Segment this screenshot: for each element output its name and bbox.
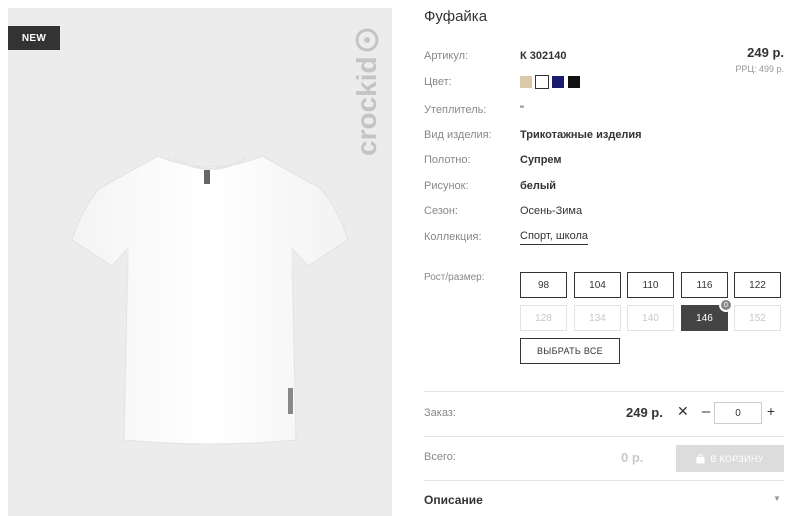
divider [424, 480, 784, 481]
quantity-minus-button[interactable]: – [700, 403, 712, 420]
size-option-label: 110 [642, 279, 659, 291]
size-count-badge: 0 [719, 298, 733, 312]
quantity-plus-button[interactable]: + [764, 403, 778, 419]
rrp-price: РРЦ: 499 р. [735, 64, 784, 74]
new-badge: NEW [8, 26, 60, 50]
size-option: 140 [627, 305, 674, 331]
bag-icon [696, 453, 705, 463]
add-to-cart-button[interactable]: В КОРЗИНУ [676, 445, 784, 472]
chevron-down-icon[interactable]: ▼ [773, 494, 781, 503]
color-swatch[interactable] [535, 75, 549, 89]
print-value: белый [520, 180, 557, 192]
size-label: Рост/размер: [424, 272, 485, 283]
size-option[interactable]: 116 [681, 272, 728, 298]
size-option-label: 128 [535, 312, 552, 324]
color-swatch[interactable] [552, 76, 564, 88]
size-option: 152 [734, 305, 781, 331]
prop-label: Сезон: [424, 205, 458, 217]
size-option[interactable]: 122 [734, 272, 781, 298]
insulation-value: " [520, 104, 524, 116]
size-option[interactable]: 104 [574, 272, 621, 298]
size-option-label: 134 [589, 312, 606, 324]
prop-label: Артикул: [424, 50, 469, 62]
color-swatch[interactable] [520, 76, 532, 88]
divider [424, 391, 784, 392]
size-option: 128 [520, 305, 567, 331]
crockid-logo: crockid [351, 28, 382, 156]
size-option[interactable]: 98 [520, 272, 567, 298]
article-value: К 302140 [520, 50, 567, 62]
product-photo[interactable]: NEW crockid [8, 8, 392, 516]
multiply-icon: ✕ [677, 403, 689, 419]
prop-label: Рисунок: [424, 180, 469, 192]
size-option-label: 116 [696, 279, 713, 291]
size-option-label: 122 [749, 279, 766, 291]
total-value: 0 р. [621, 450, 644, 465]
t-shirt-image [71, 155, 349, 445]
fabric-value: Супрем [520, 154, 562, 166]
total-label: Всего: [424, 451, 456, 463]
prop-label: Утеплитель: [424, 104, 487, 116]
prop-label: Полотно: [424, 154, 471, 166]
size-option-label: 104 [589, 279, 606, 291]
size-option-label: 152 [749, 312, 766, 324]
season-value: Осень-Зима [520, 205, 583, 217]
kind-value: Трикотажные изделия [520, 129, 642, 141]
prop-label: Вид изделия: [424, 129, 492, 141]
color-swatch[interactable] [568, 76, 580, 88]
quantity-input[interactable] [714, 402, 762, 424]
size-option[interactable]: 110 [627, 272, 674, 298]
size-option-label: 140 [642, 312, 659, 324]
size-option: 134 [574, 305, 621, 331]
add-to-cart-label: В КОРЗИНУ [710, 453, 764, 464]
select-all-button[interactable]: ВЫБРАТЬ ВСЕ [520, 338, 620, 364]
prop-label: Цвет: [424, 76, 452, 88]
order-label: Заказ: [424, 407, 456, 419]
description-toggle[interactable]: Описание [424, 493, 483, 507]
size-option-label: 146 [696, 312, 713, 324]
order-price: 249 р. [626, 405, 663, 420]
divider [424, 436, 784, 437]
svg-text:crockid: crockid [351, 56, 382, 156]
collection-link[interactable]: Спорт, школа [520, 230, 588, 245]
prop-label: Коллекция: [424, 231, 482, 243]
color-swatches [520, 75, 580, 89]
size-option-label: 98 [537, 279, 550, 291]
price: 249 р. [747, 45, 784, 60]
product-title: Фуфайка [424, 8, 488, 25]
